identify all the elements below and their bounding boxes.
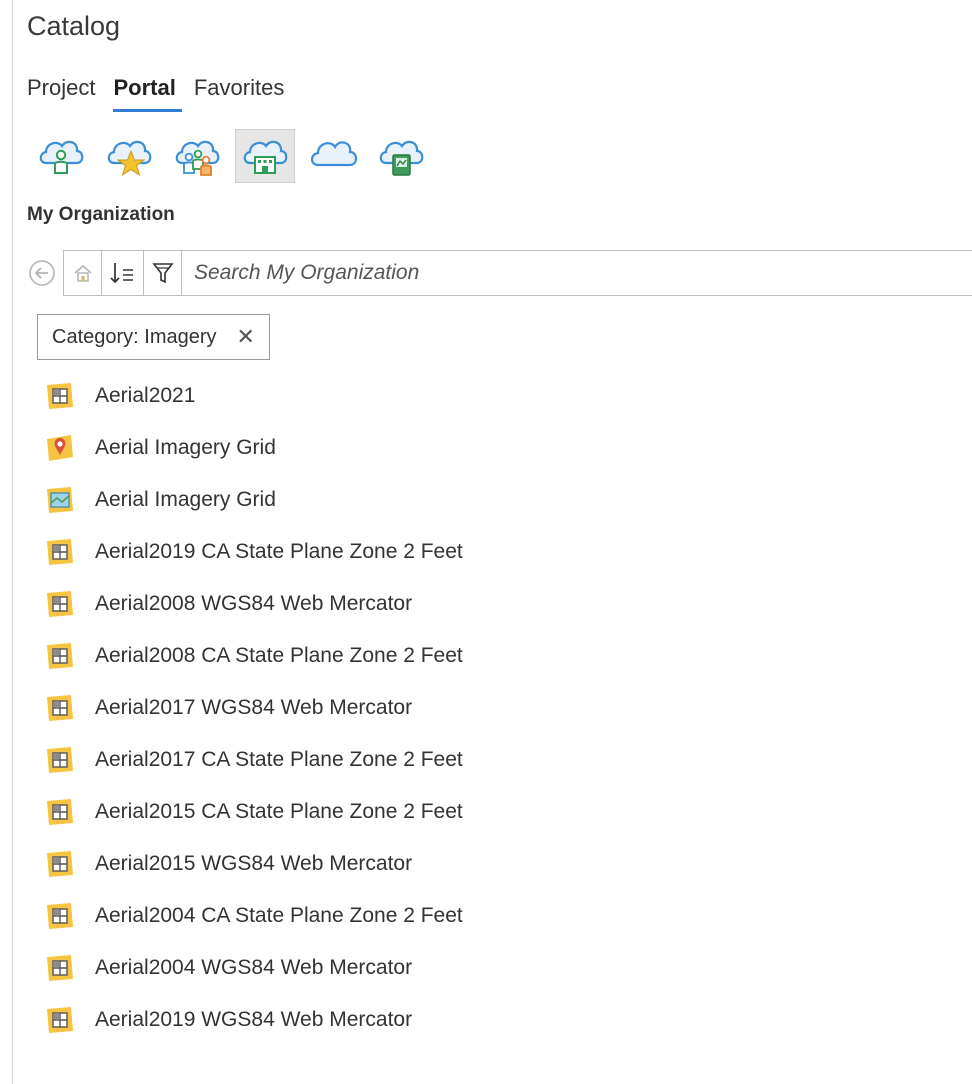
catalog-tabs: Project Portal Favorites — [27, 72, 302, 112]
list-item-label: Aerial2004 WGS84 Web Mercator — [95, 956, 413, 979]
imagery-layer-icon — [47, 695, 73, 721]
living-atlas-cloud-icon — [379, 140, 424, 176]
tab-favorites[interactable]: Favorites — [194, 72, 290, 112]
list-item[interactable]: Aerial2017 CA State Plane Zone 2 Feet — [45, 734, 945, 786]
my-organization-button[interactable] — [235, 129, 295, 183]
list-item-label: Aerial2008 CA State Plane Zone 2 Feet — [95, 644, 463, 667]
catalog-pane: Catalog Project Portal Favorites My Orga… — [13, 0, 972, 1084]
my-favorites-button[interactable] — [99, 129, 159, 183]
item-list: Aerial2021 Aerial Imagery Grid Aerial Im… — [45, 370, 945, 1046]
list-item[interactable]: Aerial Imagery Grid — [45, 422, 945, 474]
list-item[interactable]: Aerial2015 CA State Plane Zone 2 Feet — [45, 786, 945, 838]
list-item-label: Aerial Imagery Grid — [95, 436, 276, 459]
back-button[interactable] — [27, 258, 57, 288]
arcgis-online-cloud-icon — [310, 141, 358, 167]
list-item-label: Aerial2004 CA State Plane Zone 2 Feet — [95, 904, 463, 927]
home-button[interactable] — [63, 250, 101, 296]
list-item-label: Aerial2019 WGS84 Web Mercator — [95, 1008, 413, 1031]
my-favorites-cloud-icon — [107, 140, 152, 177]
list-item[interactable]: Aerial2008 WGS84 Web Mercator — [45, 578, 945, 630]
imagery-layer-icon — [47, 851, 73, 877]
list-item-label: Aerial2015 WGS84 Web Mercator — [95, 852, 413, 875]
imagery-layer-icon — [47, 643, 73, 669]
section-label: My Organization — [27, 204, 175, 225]
filter-icon — [151, 263, 174, 284]
search-input[interactable] — [192, 260, 972, 286]
imagery-layer-icon — [47, 383, 73, 409]
list-item[interactable]: Aerial2019 CA State Plane Zone 2 Feet — [45, 526, 945, 578]
list-item[interactable]: Aerial Imagery Grid — [45, 474, 945, 526]
list-item-label: Aerial2017 WGS84 Web Mercator — [95, 696, 413, 719]
tab-portal[interactable]: Portal — [113, 72, 182, 112]
list-item-label: Aerial Imagery Grid — [95, 488, 276, 511]
filter-button[interactable] — [143, 250, 181, 296]
imagery-layer-icon — [47, 955, 73, 981]
list-item-label: Aerial2008 WGS84 Web Mercator — [95, 592, 413, 615]
list-item[interactable]: Aerial2015 WGS84 Web Mercator — [45, 838, 945, 890]
list-item[interactable]: Aerial2008 CA State Plane Zone 2 Feet — [45, 630, 945, 682]
back-arrow-icon — [29, 260, 55, 286]
close-icon[interactable]: ✕ — [237, 324, 255, 350]
living-atlas-button[interactable] — [371, 129, 431, 183]
list-item[interactable]: Aerial2019 WGS84 Web Mercator — [45, 994, 945, 1046]
pane-title: Catalog — [27, 11, 121, 41]
my-content-cloud-icon — [39, 140, 84, 174]
list-item-label: Aerial2021 — [95, 384, 196, 407]
my-content-button[interactable] — [31, 129, 91, 183]
list-item-label: Aerial2019 CA State Plane Zone 2 Feet — [95, 540, 463, 563]
home-icon — [73, 264, 92, 282]
list-item-label: Aerial2017 CA State Plane Zone 2 Feet — [95, 748, 463, 771]
list-item[interactable]: Aerial2017 WGS84 Web Mercator — [45, 682, 945, 734]
web-map-icon — [47, 435, 73, 461]
imagery-layer-icon — [47, 1007, 73, 1033]
my-groups-cloud-icon — [175, 140, 220, 176]
sort-icon — [109, 263, 133, 284]
arcgis-online-button[interactable] — [303, 129, 363, 183]
imagery-layer-icon — [47, 747, 73, 773]
list-item[interactable]: Aerial2004 CA State Plane Zone 2 Feet — [45, 890, 945, 942]
imagery-layer-icon — [47, 591, 73, 617]
my-groups-button[interactable] — [167, 129, 227, 183]
imagery-layer-icon — [47, 539, 73, 565]
feature-layer-icon — [47, 487, 73, 513]
list-item-label: Aerial2015 CA State Plane Zone 2 Feet — [95, 800, 463, 823]
list-item[interactable]: Aerial2021 — [45, 370, 945, 422]
imagery-layer-icon — [47, 799, 73, 825]
portal-views-toolbar — [31, 128, 431, 184]
filter-chip-label: Category: Imagery — [52, 325, 217, 348]
imagery-layer-icon — [47, 903, 73, 929]
my-organization-cloud-icon — [243, 140, 288, 174]
browse-toolbar — [27, 250, 972, 296]
list-item[interactable]: Aerial2004 WGS84 Web Mercator — [45, 942, 945, 994]
search-box[interactable] — [181, 250, 972, 296]
sort-button[interactable] — [101, 250, 143, 296]
filter-chip: Category: Imagery ✕ — [37, 314, 270, 360]
tab-project[interactable]: Project — [27, 72, 101, 112]
